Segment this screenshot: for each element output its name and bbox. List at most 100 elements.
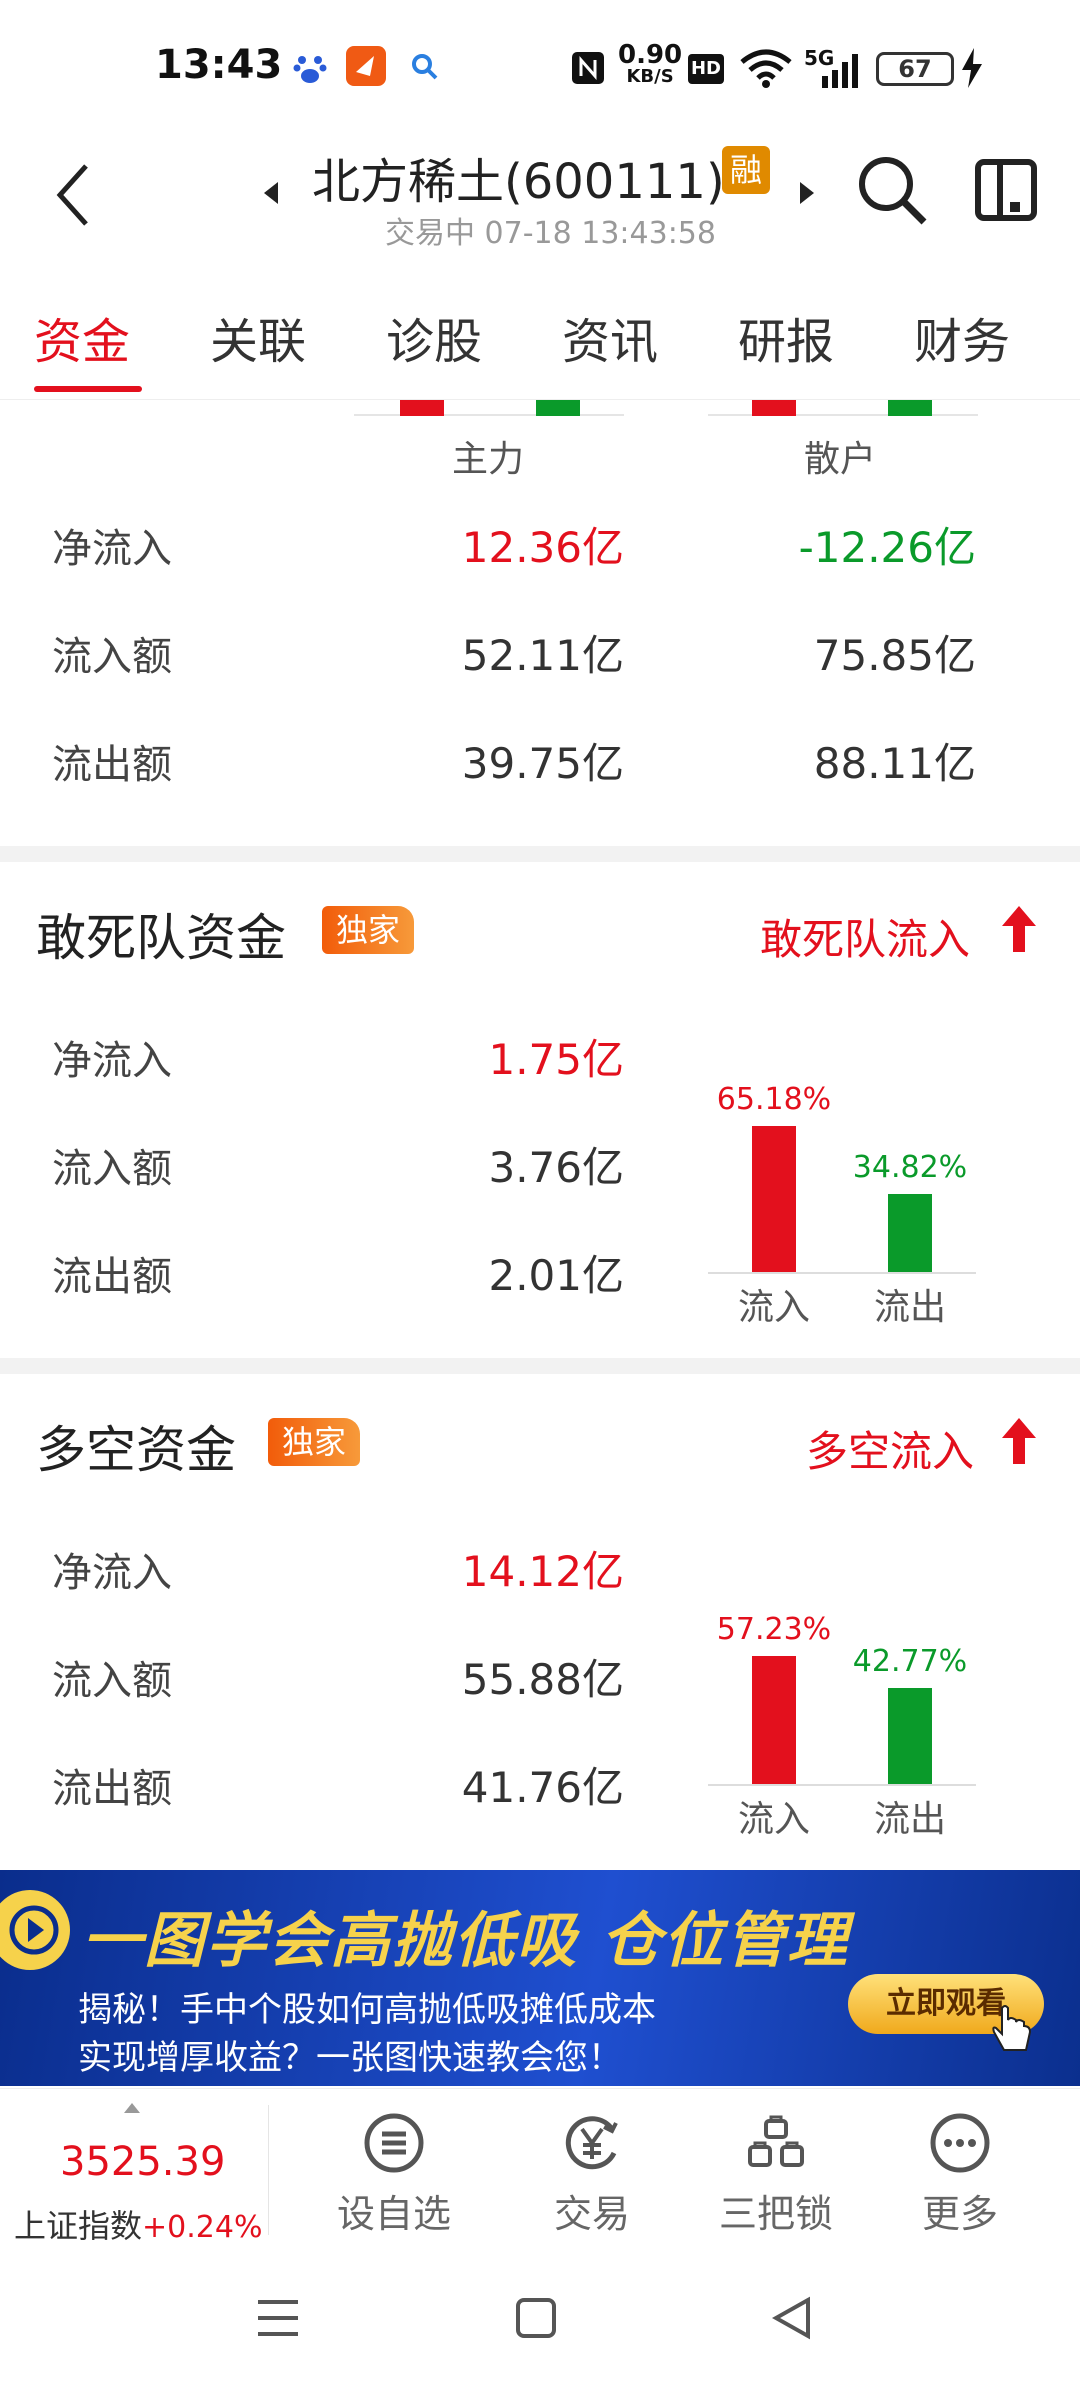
promo-banner[interactable]: 一图学会高抛低吸 仓位管理 揭秘！手中个股如何高抛低吸摊低成本 实现增厚收益？一… (0, 1870, 1080, 2086)
active-tab-indicator (34, 386, 142, 392)
status-time: 13:43 (155, 42, 283, 88)
more-button[interactable]: 更多 (890, 2113, 1030, 2238)
ls-net-inflow: 14.12亿 (461, 1547, 624, 1596)
tab-funds[interactable]: 资金 (34, 302, 130, 372)
next-stock-icon[interactable] (798, 180, 816, 206)
margin-badge: 融 (722, 146, 770, 194)
row-label: 流入额 (52, 1146, 172, 1192)
trade-status: 交易中 07-18 13:43:58 (385, 216, 716, 251)
section-title: 敢死队资金 (36, 909, 286, 967)
index-name[interactable]: 上证指数+0.24% (14, 2201, 262, 2247)
baidu-app-icon (293, 56, 327, 83)
row-label: 流出额 (52, 1766, 172, 1812)
three-locks-button[interactable]: 三把锁 (706, 2113, 846, 2238)
retail-bar-stub (888, 400, 932, 416)
trade-button[interactable]: 交易 (522, 2113, 662, 2238)
battery-indicator: 67 (876, 52, 954, 86)
main-inflow: 52.11亿 (461, 631, 624, 680)
tab-diagnosis[interactable]: 诊股 (386, 302, 482, 372)
outflow-pct: 34.82% (852, 1150, 968, 1185)
column-main: 主力 (452, 439, 525, 480)
menu-icon[interactable] (256, 2298, 300, 2338)
chart-baseline (354, 414, 624, 416)
dare-squad-flow-link[interactable]: 敢死队流入 (760, 906, 970, 967)
inflow-pct: 65.18% (716, 1082, 832, 1117)
tab-news[interactable]: 资讯 (562, 302, 658, 372)
dare-inflow: 3.76亿 (488, 1143, 624, 1192)
tool-label: 交易 (553, 2192, 630, 2236)
row-label: 流入额 (52, 634, 172, 680)
retail-net-inflow: -12.26亿 (798, 523, 976, 572)
share-panel-icon[interactable] (974, 158, 1038, 222)
ls-inflow: 55.88亿 (461, 1655, 624, 1704)
status-bar: 13:43 0.90 KB/S HD 5G 67 (0, 0, 1080, 130)
back-arrow-icon[interactable] (54, 160, 94, 230)
main-net-inflow: 12.36亿 (461, 523, 624, 572)
banner-line: 揭秘！手中个股如何高抛低吸摊低成本 (78, 1990, 656, 2030)
hand-cursor-icon (992, 2005, 1032, 2051)
long-short-flow-link[interactable]: 多空流入 (806, 1418, 974, 1479)
watchlist-button[interactable]: 设自选 (324, 2113, 464, 2238)
tool-label: 设自选 (336, 2192, 451, 2236)
bar-axis (708, 1272, 976, 1274)
system-nav-bar (0, 2248, 1080, 2400)
retail-outflow: 88.11亿 (813, 739, 976, 788)
net-speed: 0.90 KB/S (618, 40, 683, 87)
stock-header: 北方稀土(600111) 融 交易中 07-18 13:43:58 (0, 130, 1080, 260)
dare-net-inflow: 1.75亿 (488, 1035, 624, 1084)
ls-outflow: 41.76亿 (461, 1763, 624, 1812)
prev-stock-icon[interactable] (262, 180, 280, 206)
main-bar-stub (536, 400, 580, 416)
stock-title: 北方稀土(600111) (312, 154, 725, 210)
outflow-label: 流出 (873, 1287, 946, 1328)
chart-baseline (708, 414, 978, 416)
main-outflow: 39.75亿 (461, 739, 624, 788)
dare-outflow: 2.01亿 (488, 1251, 624, 1300)
toolbar-separator (268, 2105, 269, 2235)
up-arrow-icon (1002, 1418, 1036, 1464)
section-divider (0, 846, 1080, 862)
outflow-bar (888, 1194, 932, 1272)
tab-research[interactable]: 研报 (738, 302, 834, 372)
column-retail: 散户 (804, 439, 877, 480)
charging-icon (962, 48, 982, 88)
back-icon[interactable] (772, 2296, 812, 2340)
row-label: 净流入 (52, 1038, 172, 1084)
row-label: 流入额 (52, 1658, 172, 1704)
more-icon (930, 2113, 990, 2173)
outflow-pct: 42.77% (852, 1644, 968, 1679)
index-change: +0.24% (142, 2210, 263, 2245)
lock-icon (748, 2115, 804, 2167)
yen-icon (565, 2116, 618, 2170)
home-icon[interactable] (516, 2298, 556, 2338)
row-label: 净流入 (52, 1550, 172, 1596)
exclusive-badge: 独家 (268, 1418, 361, 1466)
index-label: 上证指数 (14, 2207, 143, 2245)
row-label: 流出额 (52, 1254, 172, 1300)
bottom-toolbar: 3525.39 上证指数+0.24% 设自选 交易 三把锁 更多 (0, 2088, 1080, 2248)
banner-title: 一图学会高抛低吸 仓位管理 (82, 1906, 849, 1976)
tab-bar: 资金 关联 诊股 资讯 研报 财务 (0, 290, 1080, 400)
retail-bar-stub (752, 400, 796, 416)
outflow-label: 流出 (873, 1799, 946, 1840)
tool-label: 三把锁 (718, 2192, 833, 2236)
row-label: 流出额 (52, 742, 172, 788)
expand-up-icon[interactable] (124, 2103, 140, 2113)
tab-finance[interactable]: 财务 (914, 302, 1010, 372)
search-icon[interactable] (856, 154, 928, 226)
section-divider (0, 1358, 1080, 1374)
hd-icon: HD (688, 54, 724, 84)
inflow-bar (752, 1656, 796, 1784)
inflow-pct: 57.23% (716, 1612, 832, 1647)
tab-related[interactable]: 关联 (210, 302, 306, 372)
retail-inflow: 75.85亿 (813, 631, 976, 680)
main-bar-stub (400, 400, 444, 416)
nfc-icon (572, 52, 604, 84)
up-arrow-icon (1002, 906, 1036, 952)
inflow-label: 流入 (737, 1799, 810, 1840)
bar-axis (708, 1784, 976, 1786)
section-title: 多空资金 (36, 1421, 236, 1479)
index-value[interactable]: 3525.39 (60, 2139, 225, 2185)
row-label: 净流入 (52, 526, 172, 572)
signal-icon (822, 54, 858, 88)
